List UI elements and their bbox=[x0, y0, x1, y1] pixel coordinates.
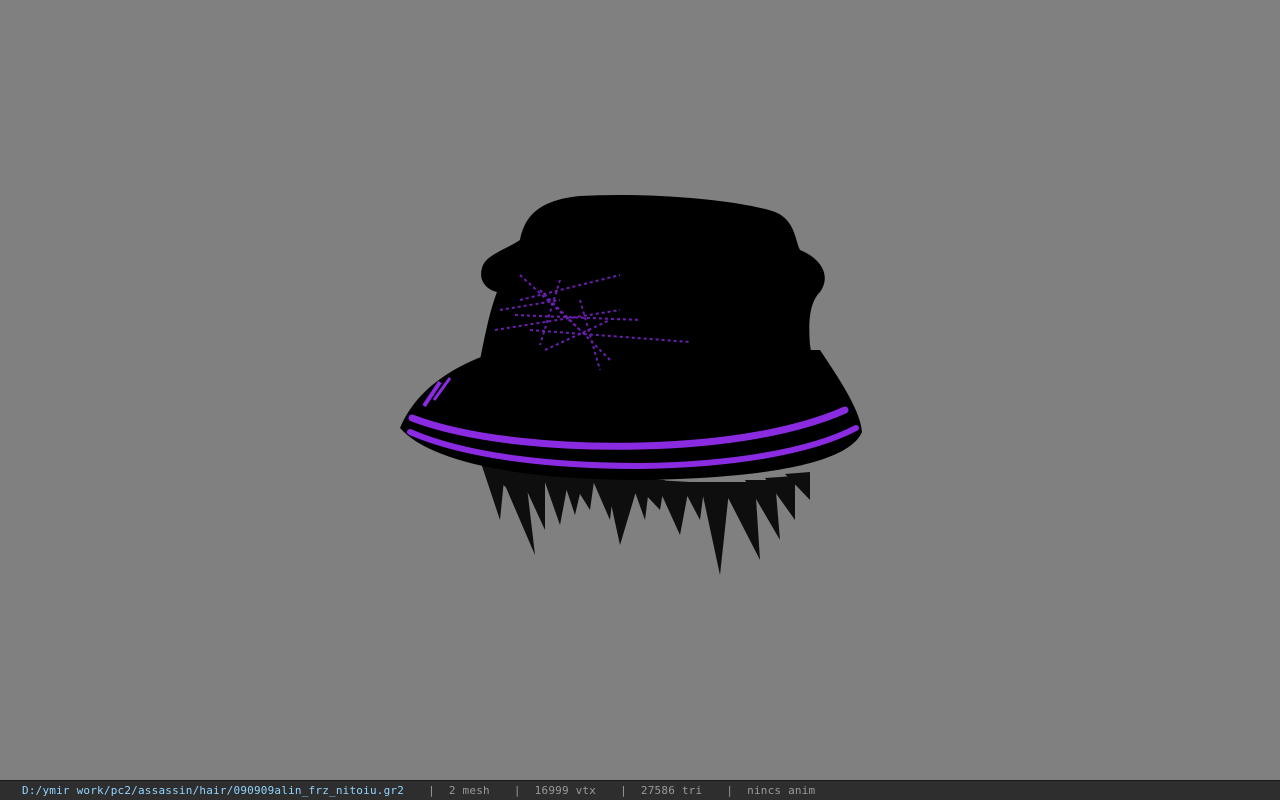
status-bar: D:/ymir work/pc2/assassin/hair/090909ali… bbox=[0, 780, 1280, 800]
separator: | bbox=[513, 784, 521, 797]
animation-status: nincs anim bbox=[747, 784, 816, 797]
separator: | bbox=[428, 784, 435, 797]
hat-crown bbox=[480, 194, 825, 393]
separator: | bbox=[620, 784, 627, 797]
triangle-count: 27586 tri bbox=[640, 784, 703, 797]
model-render bbox=[400, 194, 862, 575]
mesh-count: 2 mesh bbox=[448, 784, 490, 797]
3d-viewport[interactable] bbox=[0, 0, 1280, 780]
file-path: D:/ymir work/pc2/assassin/hair/090909ali… bbox=[22, 784, 405, 797]
separator: | bbox=[726, 784, 734, 797]
vertex-count: 16999 vtx bbox=[534, 784, 597, 797]
